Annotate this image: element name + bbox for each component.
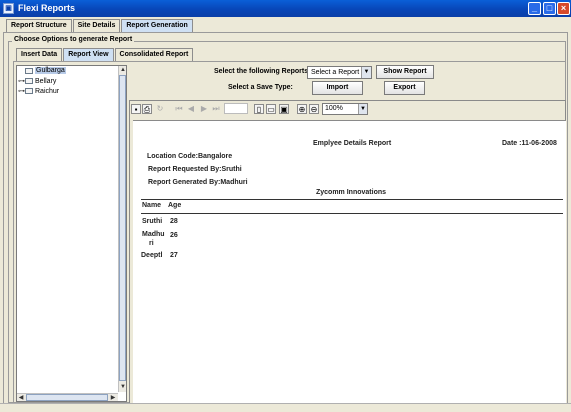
tree-horizontal-scrollbar[interactable]: ◀ ▶ (17, 393, 118, 401)
column-header-age: Age (168, 202, 182, 209)
tree-node-raichur[interactable]: ⊶ Raichur (18, 87, 59, 96)
chevron-down-icon: ▼ (358, 104, 367, 114)
report-page (133, 120, 566, 404)
report-select[interactable]: Select a Report ▼ (307, 66, 372, 79)
cell-age: 28 (170, 218, 178, 225)
zoom-out-icon[interactable]: ⊖ (309, 104, 319, 114)
scroll-up-icon[interactable]: ▲ (119, 66, 127, 74)
window-title: Flexi Reports (18, 3, 76, 13)
print-icon[interactable]: ⎙ (142, 104, 152, 114)
single-page-icon[interactable]: ▯ (254, 104, 264, 114)
save-type-label: Select a Save Type: (228, 84, 293, 91)
column-rule (141, 213, 563, 214)
close-button[interactable]: × (557, 2, 570, 15)
expand-icon: ⊶ (18, 88, 25, 95)
chevron-down-icon: ▼ (361, 67, 371, 78)
save-icon[interactable]: ▪ (131, 104, 141, 114)
tab-site-details[interactable]: Site Details (72, 19, 121, 32)
cell-name: Deeptl (141, 252, 163, 259)
scroll-down-icon[interactable]: ▼ (119, 383, 127, 391)
tree-node-gulbarga[interactable]: Gulbarga (18, 67, 66, 74)
minimize-button[interactable]: _ (528, 2, 541, 15)
import-button[interactable]: Import (312, 81, 363, 95)
sub-tabs: Insert Data Report View Consolidated Rep… (16, 48, 194, 61)
folder-icon (25, 78, 33, 84)
fit-width-icon[interactable]: ▭ (266, 104, 276, 114)
scroll-thumb[interactable] (119, 75, 126, 381)
report-date: Date :11-06-2008 (502, 140, 557, 147)
group-title: Choose Options to generate Report (12, 36, 135, 43)
location-tree (16, 65, 127, 402)
report-title: Emplyee Details Report (313, 140, 392, 147)
column-header-name: Name (142, 202, 162, 209)
tab-report-structure[interactable]: Report Structure (6, 19, 72, 32)
refresh-icon[interactable]: ↻ (155, 104, 165, 114)
title-bar: ▣ Flexi Reports _ □ × (0, 0, 571, 17)
tab-insert-data[interactable]: Insert Data (16, 48, 63, 61)
tab-report-generation[interactable]: Report Generation (121, 19, 193, 32)
prev-page-icon[interactable]: ◀ (186, 104, 196, 114)
folder-icon (25, 88, 33, 94)
tree-vertical-scrollbar[interactable]: ▲ ▼ (118, 66, 126, 392)
requested-by: Report Requested By:Sruthi (148, 166, 242, 173)
header-rule (141, 199, 563, 200)
export-button[interactable]: Export (384, 81, 425, 95)
location-code: Location Code:Bangalore (147, 153, 233, 160)
select-reports-label: Select the following Reports: (214, 68, 311, 75)
status-bar (0, 403, 571, 412)
show-report-button[interactable]: Show Report (376, 65, 434, 79)
main-tabs: Report Structure Site Details Report Gen… (6, 19, 194, 32)
maximize-button[interactable]: □ (543, 2, 556, 15)
tree-node-bellary[interactable]: ⊶ Bellary (18, 77, 56, 86)
first-page-icon[interactable]: ⏮ (174, 104, 184, 114)
cell-age: 26 (170, 232, 178, 239)
cell-name-wrap: ri (149, 240, 154, 247)
zoom-in-icon[interactable]: ⊕ (297, 104, 307, 114)
tab-report-view[interactable]: Report View (63, 48, 114, 61)
scroll-thumb[interactable] (26, 394, 108, 401)
cell-age: 27 (170, 252, 178, 259)
tab-consolidated-report[interactable]: Consolidated Report (114, 48, 194, 61)
zoom-select[interactable]: 100% ▼ (322, 103, 368, 115)
fit-page-icon[interactable]: ▣ (279, 104, 289, 114)
page-number-input[interactable] (224, 103, 248, 114)
app-icon: ▣ (3, 3, 14, 14)
folder-icon (25, 67, 33, 74)
company-name: Zycomm Innovations (316, 189, 387, 196)
scroll-right-icon[interactable]: ▶ (109, 394, 117, 402)
cell-name: Sruthi (142, 218, 163, 225)
cell-name: Madhu (142, 231, 165, 238)
generated-by: Report Generated By:Madhuri (148, 179, 248, 186)
scroll-left-icon[interactable]: ◀ (17, 394, 25, 402)
last-page-icon[interactable]: ⏭ (211, 104, 221, 114)
next-page-icon[interactable]: ▶ (199, 104, 209, 114)
expand-icon: ⊶ (18, 78, 25, 85)
